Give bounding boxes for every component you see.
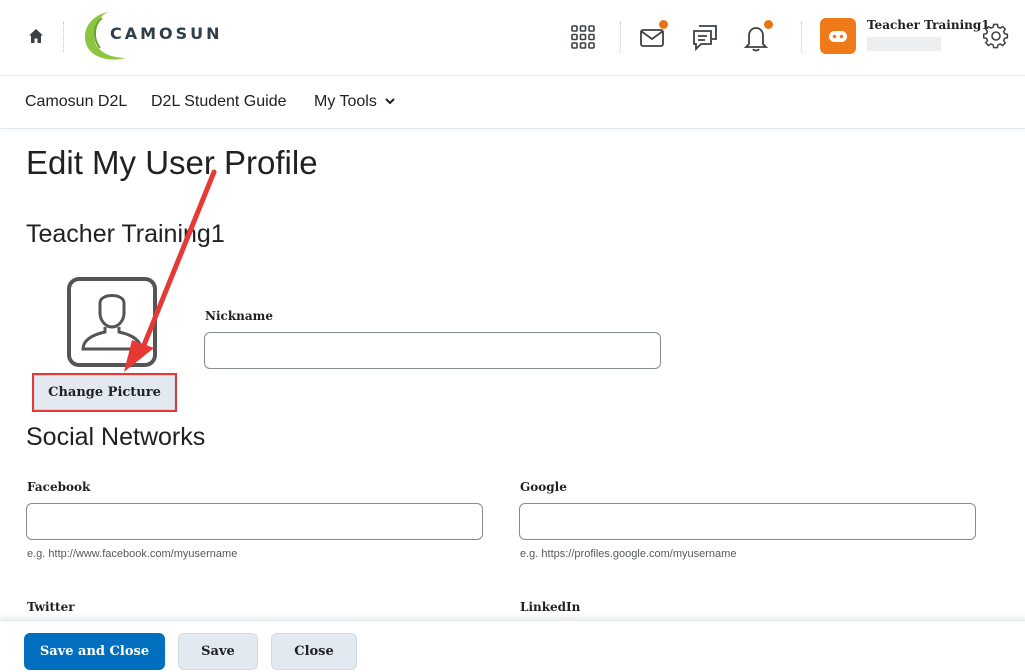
nav-my-tools-label: My Tools — [314, 93, 377, 110]
nav-d2l-student-guide[interactable]: D2L Student Guide — [151, 93, 287, 111]
nav-camosun-d2l[interactable]: Camosun D2L — [25, 93, 127, 111]
logo-text: CAMOSUN — [110, 24, 223, 43]
page-title: Edit My User Profile — [26, 144, 318, 181]
nav-bar: Camosun D2L D2L Student Guide My Tools — [0, 77, 1025, 129]
mail-notification-dot — [659, 20, 668, 29]
google-input[interactable] — [519, 503, 976, 540]
save-and-close-button[interactable]: Save and Close — [24, 633, 165, 670]
twitter-label: Twitter — [27, 600, 75, 614]
nickname-input[interactable] — [204, 332, 661, 369]
user-avatar-icon[interactable] — [820, 18, 856, 54]
facebook-hint: e.g. http://www.facebook.com/myusername — [27, 548, 238, 560]
header-divider — [620, 22, 621, 52]
user-heading: Teacher Training1 — [26, 220, 225, 248]
nickname-label: Nickname — [205, 309, 273, 323]
save-button[interactable]: Save — [178, 633, 258, 670]
user-role-redacted — [867, 37, 941, 51]
facebook-label: Facebook — [27, 480, 91, 494]
top-header: CAMOSUN Teacher Training1 — [0, 0, 1025, 76]
google-label: Google — [520, 480, 567, 494]
header-divider — [801, 22, 802, 52]
gear-icon[interactable] — [983, 23, 1009, 49]
chat-icon[interactable] — [690, 22, 720, 52]
user-name[interactable]: Teacher Training1 — [867, 18, 990, 32]
chevron-down-icon — [385, 98, 396, 105]
header-divider — [63, 22, 64, 52]
bell-notification-dot — [764, 20, 773, 29]
waffle-icon[interactable] — [568, 22, 598, 52]
profile-placeholder-icon — [67, 277, 157, 367]
home-icon[interactable] — [27, 27, 45, 45]
google-hint: e.g. https://profiles.google.com/myusern… — [520, 548, 737, 560]
nav-my-tools[interactable]: My Tools — [314, 93, 396, 111]
close-button[interactable]: Close — [271, 633, 357, 670]
social-networks-heading: Social Networks — [26, 423, 206, 451]
linkedin-label: LinkedIn — [520, 600, 581, 614]
facebook-input[interactable] — [26, 503, 483, 540]
annotation-highlight-box — [32, 373, 177, 412]
